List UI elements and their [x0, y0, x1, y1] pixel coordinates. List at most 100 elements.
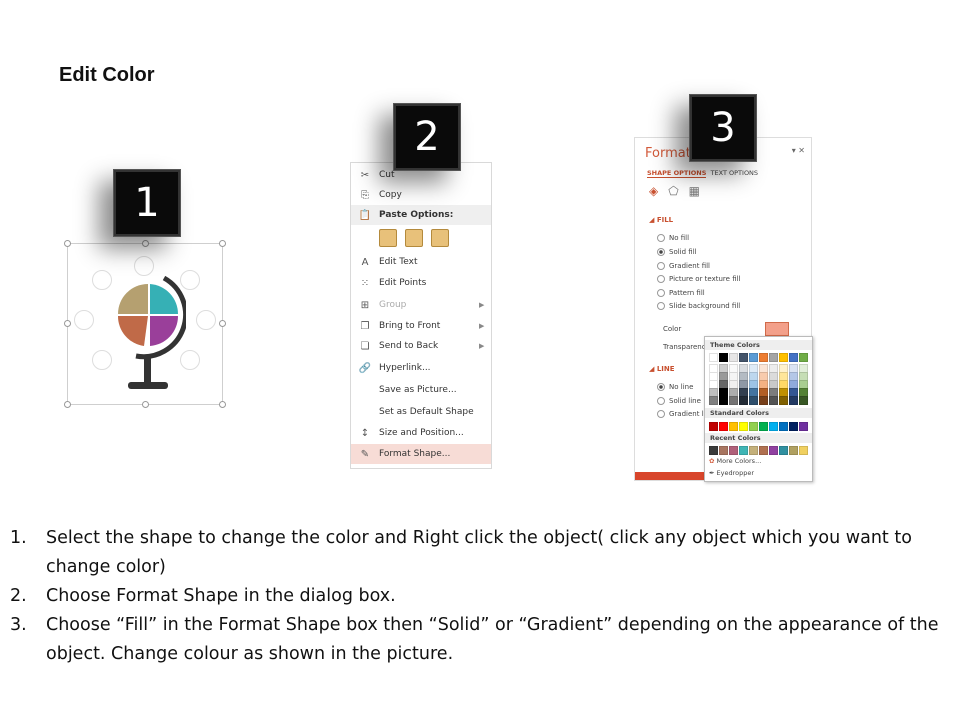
- line-option-no-line[interactable]: No line: [657, 383, 693, 391]
- color-palette-dropdown: Theme Colors Standard Colors Recent Colo…: [704, 336, 813, 482]
- resize-handle[interactable]: [64, 320, 71, 327]
- menu-item-save-as-picture[interactable]: Save as Picture...: [351, 380, 491, 400]
- theme-color-shade-swatch[interactable]: [719, 396, 728, 405]
- send-back-icon: ❏: [360, 340, 370, 352]
- resize-handle[interactable]: [142, 401, 149, 408]
- theme-color-swatch[interactable]: [789, 353, 798, 362]
- recent-color-swatch[interactable]: [759, 446, 768, 455]
- step-badge-3: 3: [689, 94, 757, 162]
- fill-line-icon[interactable]: ◈: [649, 184, 658, 198]
- fill-section-header[interactable]: ◢ FILL: [649, 216, 673, 224]
- selected-shape-frame[interactable]: [64, 240, 226, 408]
- fill-color-button[interactable]: [765, 322, 789, 336]
- theme-color-shade-swatch[interactable]: [789, 396, 798, 405]
- theme-color-shade-swatch[interactable]: [729, 396, 738, 405]
- size-position-icon: ↕: [360, 427, 370, 439]
- recent-color-swatch[interactable]: [779, 446, 788, 455]
- resize-handle[interactable]: [64, 401, 71, 408]
- theme-colors-label: Theme Colors: [705, 340, 812, 350]
- menu-item-format-shape[interactable]: ✎ Format Shape...: [351, 444, 491, 464]
- fill-option-picture-fill[interactable]: Picture or texture fill: [657, 275, 741, 283]
- tab-text-options[interactable]: TEXT OPTIONS: [711, 169, 758, 177]
- context-menu: ✂ Cut ⎘ Copy 📋 Paste Options: A Edit Text ⁙ E…: [350, 162, 492, 469]
- instruction-step: 2. Choose Format Shape in the dialog box.: [10, 586, 396, 606]
- menu-item-edit-text[interactable]: A Edit Text: [351, 252, 491, 272]
- menu-item-bring-to-front[interactable]: ❐ Bring to Front ▶: [351, 316, 491, 336]
- recent-color-swatch[interactable]: [789, 446, 798, 455]
- standard-color-swatch[interactable]: [799, 422, 808, 431]
- color-wheel-icon: ✿: [709, 457, 715, 465]
- menu-item-copy[interactable]: ⎘ Copy: [351, 185, 491, 205]
- tab-shape-options[interactable]: SHAPE OPTIONS: [647, 169, 707, 178]
- recent-color-swatch[interactable]: [739, 446, 748, 455]
- size-properties-icon[interactable]: ▦: [689, 184, 700, 198]
- theme-color-shade-swatch[interactable]: [749, 396, 758, 405]
- theme-color-shade-swatch[interactable]: [709, 396, 718, 405]
- standard-color-swatch[interactable]: [709, 422, 718, 431]
- effects-icon[interactable]: ⬠: [668, 184, 678, 198]
- theme-color-swatch[interactable]: [739, 353, 748, 362]
- fill-option-no-fill[interactable]: No fill: [657, 234, 689, 242]
- resize-handle[interactable]: [64, 240, 71, 247]
- standard-color-swatch[interactable]: [719, 422, 728, 431]
- line-option-solid-line[interactable]: Solid line: [657, 397, 701, 405]
- standard-color-swatch[interactable]: [789, 422, 798, 431]
- theme-color-swatch[interactable]: [749, 353, 758, 362]
- theme-color-shade-swatch[interactable]: [799, 396, 808, 405]
- standard-colors-label: Standard Colors: [705, 408, 812, 418]
- theme-color-shade-swatch[interactable]: [769, 396, 778, 405]
- menu-item-group[interactable]: ⊞ Group ▶: [351, 295, 491, 315]
- resize-handle[interactable]: [142, 240, 149, 247]
- theme-color-shade-swatch[interactable]: [739, 396, 748, 405]
- fill-option-slide-background[interactable]: Slide background fill: [657, 302, 740, 310]
- paste-merge-formatting-icon[interactable]: [405, 229, 423, 247]
- submenu-arrow-icon: ▶: [479, 342, 485, 350]
- theme-color-swatch[interactable]: [799, 353, 808, 362]
- theme-color-swatch[interactable]: [729, 353, 738, 362]
- resize-handle[interactable]: [219, 401, 226, 408]
- menu-item-size-position[interactable]: ↕ Size and Position...: [351, 423, 491, 443]
- standard-color-swatch[interactable]: [749, 422, 758, 431]
- theme-color-swatch[interactable]: [779, 353, 788, 362]
- paste-keep-formatting-icon[interactable]: [379, 229, 397, 247]
- resize-handle[interactable]: [219, 320, 226, 327]
- standard-color-swatch[interactable]: [769, 422, 778, 431]
- paste-options: [379, 229, 449, 247]
- standard-color-swatch[interactable]: [759, 422, 768, 431]
- recent-color-swatch[interactable]: [709, 446, 718, 455]
- theme-color-swatch[interactable]: [769, 353, 778, 362]
- recent-color-swatch[interactable]: [719, 446, 728, 455]
- menu-item-edit-points[interactable]: ⁙ Edit Points: [351, 273, 491, 293]
- recent-color-swatch[interactable]: [749, 446, 758, 455]
- copy-icon: ⎘: [361, 189, 369, 201]
- fill-option-gradient-fill[interactable]: Gradient fill: [657, 262, 710, 270]
- standard-color-swatch[interactable]: [739, 422, 748, 431]
- fill-option-pattern-fill[interactable]: Pattern fill: [657, 289, 705, 297]
- standard-color-swatch[interactable]: [729, 422, 738, 431]
- color-label: Color: [663, 325, 682, 333]
- eyedropper-link[interactable]: ✒ Eyedropper: [709, 469, 757, 477]
- placeholder-circle: [134, 256, 154, 276]
- theme-color-shade-swatch[interactable]: [779, 396, 788, 405]
- recent-color-swatch[interactable]: [799, 446, 808, 455]
- menu-item-send-to-back[interactable]: ❏ Send to Back ▶: [351, 336, 491, 356]
- submenu-arrow-icon: ▶: [479, 301, 485, 309]
- more-colors-link[interactable]: ✿ More Colors...: [709, 457, 761, 465]
- fill-option-solid-fill[interactable]: Solid fill: [657, 248, 697, 256]
- theme-color-swatch[interactable]: [759, 353, 768, 362]
- theme-color-swatch[interactable]: [709, 353, 718, 362]
- theme-color-swatch[interactable]: [719, 353, 728, 362]
- recent-color-swatch[interactable]: [729, 446, 738, 455]
- theme-color-shade-swatch[interactable]: [759, 396, 768, 405]
- clipboard-icon: 📋: [358, 209, 372, 221]
- paste-picture-icon[interactable]: [431, 229, 449, 247]
- instruction-step: 3. Choose “Fill” in the Format Shape box …: [10, 615, 939, 664]
- line-section-header[interactable]: ◢ LINE: [649, 365, 675, 373]
- menu-item-hyperlink[interactable]: 🔗 Hyperlink...: [351, 358, 491, 378]
- bring-front-icon: ❐: [360, 320, 370, 332]
- recent-color-swatch[interactable]: [769, 446, 778, 455]
- resize-handle[interactable]: [219, 240, 226, 247]
- standard-color-swatch[interactable]: [779, 422, 788, 431]
- pane-controls[interactable]: ▾ ✕: [792, 146, 805, 155]
- menu-item-set-default-shape[interactable]: Set as Default Shape: [351, 402, 491, 422]
